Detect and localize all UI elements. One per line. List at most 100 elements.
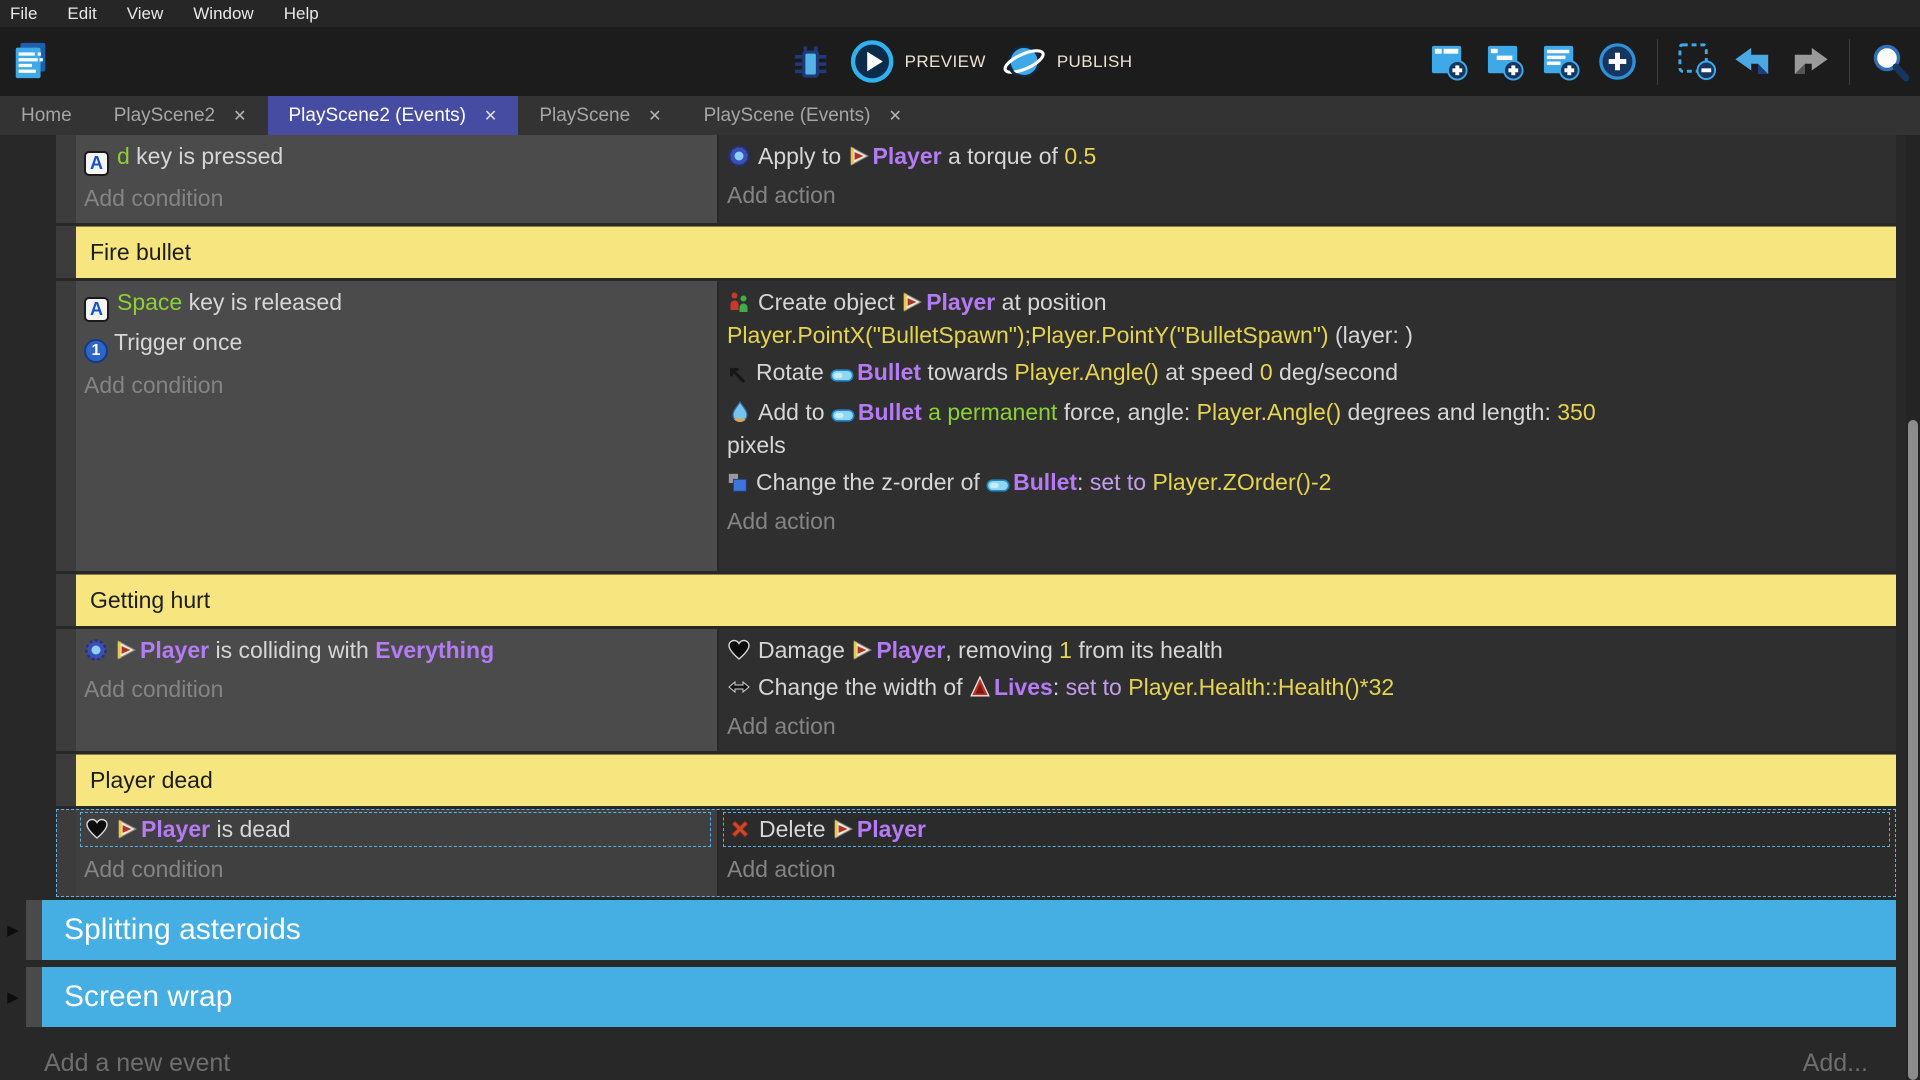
comment-getting-hurt[interactable]: Getting hurt	[76, 574, 1896, 626]
tab-close-icon[interactable]: ✕	[233, 106, 246, 126]
group-collapse-arrow[interactable]: ▶	[0, 967, 26, 1027]
event-row-player-dead: Player is dead Add condition Delete Play…	[56, 809, 1896, 897]
menu-file[interactable]: File	[0, 4, 52, 24]
menu-view[interactable]: View	[112, 4, 179, 24]
tab-playscene2[interactable]: PlayScene2 ✕	[93, 96, 268, 135]
actions-cell[interactable]: Damage Player, removing 1 from its healt…	[717, 629, 1896, 751]
action-add-force[interactable]: Add to Bullet a permanent force, angle: …	[727, 396, 1886, 462]
bullet-object-ref: Bullet	[986, 469, 1077, 495]
conditions-cell[interactable]: Player is dead Add condition	[76, 809, 717, 897]
condition-player-is-dead[interactable]: Player is dead	[80, 812, 711, 847]
tab-close-icon[interactable]: ✕	[888, 106, 901, 126]
group-row-splitting-asteroids: ▶ Splitting asteroids	[0, 900, 1896, 960]
player-object-icon	[901, 291, 923, 313]
debugger-icon[interactable]	[788, 39, 834, 85]
event-drag-handle[interactable]	[56, 809, 76, 897]
tab-label: PlayScene2	[114, 105, 215, 127]
group-splitting-asteroids[interactable]: Splitting asteroids	[42, 900, 1896, 960]
comment-row-getting-hurt: Getting hurt	[56, 574, 1896, 626]
events-sheet: Ad key is pressed Add condition Apply to…	[0, 135, 1920, 1080]
actions-cell[interactable]: Delete Player Add action	[717, 809, 1896, 897]
scrollbar-thumb[interactable]	[1908, 420, 1918, 1080]
tab-close-icon[interactable]: ✕	[484, 106, 497, 126]
tab-playscene2-events[interactable]: PlayScene2 (Events) ✕	[268, 96, 519, 135]
add-button[interactable]: Add...	[1803, 1049, 1868, 1078]
add-subevent-button[interactable]	[1484, 40, 1527, 83]
event-drag-handle[interactable]	[56, 281, 76, 571]
action-change-width[interactable]: Change the width of Lives: set to Player…	[727, 671, 1886, 704]
delete-selection-button[interactable]	[1676, 40, 1719, 83]
add-condition-link[interactable]: Add condition	[84, 673, 707, 706]
actions-cell[interactable]: Create object Player at positionPlayer.P…	[717, 281, 1896, 571]
menu-help[interactable]: Help	[269, 4, 334, 24]
undo-icon	[1732, 40, 1775, 83]
condition-key-pressed[interactable]: Ad key is pressed	[84, 140, 707, 176]
add-condition-link[interactable]: Add condition	[84, 182, 707, 215]
comment-row-player-dead: Player dead	[56, 754, 1896, 806]
redo-icon	[1788, 40, 1831, 83]
condition-collision[interactable]: Player is colliding with Everything	[84, 634, 707, 667]
comment-fire-bullet[interactable]: Fire bullet	[76, 226, 1896, 278]
tab-home[interactable]: Home	[0, 96, 93, 135]
menu-window[interactable]: Window	[178, 4, 268, 24]
conditions-cell[interactable]: Ad key is pressed Add condition	[76, 135, 717, 223]
group-row-screen-wrap: ▶ Screen wrap	[0, 967, 1896, 1027]
condition-trigger-once[interactable]: 1Trigger once	[84, 326, 707, 363]
add-circle-icon	[1596, 40, 1639, 83]
menu-bar: File Edit View Window Help	[0, 0, 1920, 27]
search-button[interactable]	[1868, 40, 1912, 84]
event-drag-handle[interactable]	[26, 900, 42, 960]
project-manager-icon[interactable]	[10, 40, 52, 82]
action-change-zorder[interactable]: Change the z-order of Bullet: set to Pla…	[727, 466, 1886, 499]
action-create-object[interactable]: Create object Player at positionPlayer.P…	[727, 286, 1886, 352]
event-drag-handle[interactable]	[56, 135, 76, 223]
vertical-scrollbar[interactable]	[1906, 135, 1920, 1080]
add-other-event-button[interactable]	[1596, 40, 1639, 83]
tab-close-icon[interactable]: ✕	[648, 106, 661, 126]
heart-icon	[85, 817, 109, 841]
add-subevent-icon	[1484, 40, 1527, 83]
tab-playscene-events[interactable]: PlayScene (Events) ✕	[683, 96, 923, 135]
menu-edit[interactable]: Edit	[52, 4, 111, 24]
event-drag-handle[interactable]	[56, 629, 76, 751]
publish-button[interactable]: PUBLISH	[1002, 39, 1133, 84]
conditions-cell[interactable]: Player is colliding with Everything Add …	[76, 629, 717, 751]
lives-object-ref: Lives	[969, 674, 1053, 700]
conditions-cell[interactable]: ASpace key is released 1Trigger once Add…	[76, 281, 717, 571]
event-drag-handle[interactable]	[56, 574, 76, 626]
player-object-ref: Player	[851, 637, 945, 663]
sheet-footer: Add a new event Add...	[0, 1034, 1920, 1080]
delete-cross-icon	[728, 817, 752, 841]
action-damage-player[interactable]: Damage Player, removing 1 from its healt…	[727, 634, 1886, 667]
add-action-link[interactable]: Add action	[727, 179, 1886, 212]
tab-label: PlayScene2 (Events)	[289, 105, 466, 127]
add-condition-link[interactable]: Add condition	[84, 369, 707, 402]
event-drag-handle[interactable]	[26, 967, 42, 1027]
add-action-link[interactable]: Add action	[727, 710, 1886, 743]
group-collapse-arrow[interactable]: ▶	[0, 900, 26, 960]
group-screen-wrap[interactable]: Screen wrap	[42, 967, 1896, 1027]
condition-space-released[interactable]: ASpace key is released	[84, 286, 707, 322]
width-arrows-icon	[727, 675, 751, 699]
action-rotate-bullet[interactable]: ↖Rotate Bullet towards Player.Angle() at…	[727, 356, 1886, 392]
tab-playscene[interactable]: PlayScene ✕	[518, 96, 682, 135]
event-drag-handle[interactable]	[56, 226, 76, 278]
action-delete-player[interactable]: Delete Player	[723, 812, 1890, 847]
add-action-link[interactable]: Add action	[727, 853, 1886, 886]
keyboard-key-icon: A	[84, 151, 109, 176]
preview-button[interactable]: PREVIEW	[850, 39, 986, 84]
add-action-link[interactable]: Add action	[727, 505, 1886, 538]
add-new-event-button[interactable]: Add a new event	[44, 1049, 230, 1078]
add-comment-button[interactable]	[1540, 40, 1583, 83]
z-order-icon	[727, 472, 749, 494]
action-apply-torque[interactable]: Apply to Player a torque of 0.5	[727, 140, 1886, 173]
bullet-object-icon	[830, 368, 854, 383]
add-condition-link[interactable]: Add condition	[84, 853, 707, 886]
actions-cell[interactable]: Apply to Player a torque of 0.5 Add acti…	[717, 135, 1896, 223]
undo-button[interactable]	[1732, 40, 1775, 83]
comment-player-dead[interactable]: Player dead	[76, 754, 1896, 806]
add-event-button[interactable]	[1428, 40, 1471, 83]
publish-label: PUBLISH	[1057, 52, 1133, 72]
redo-button[interactable]	[1788, 40, 1831, 83]
event-drag-handle[interactable]	[56, 754, 76, 806]
